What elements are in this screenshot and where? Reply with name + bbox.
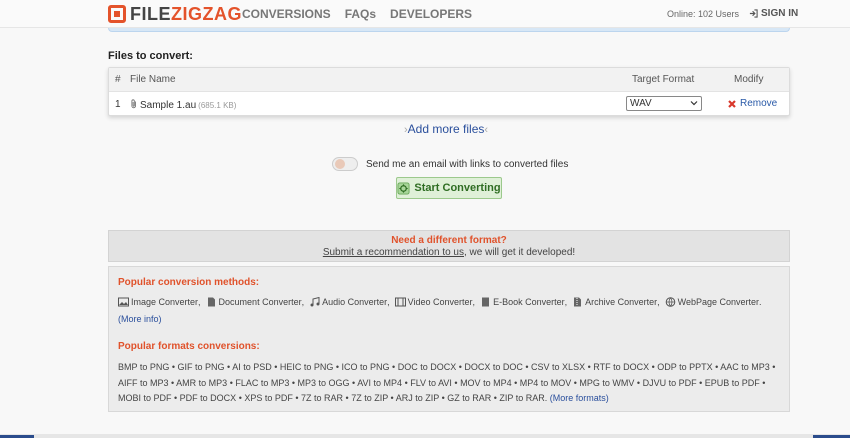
format-link[interactable]: ICO to PNG	[342, 362, 390, 372]
format-link[interactable]: AIFF to MP3	[118, 378, 169, 388]
format-link[interactable]: MPG to WMV	[579, 378, 634, 388]
start-converting-button[interactable]: Start Converting	[396, 177, 502, 199]
col-modify: Modify	[734, 74, 764, 85]
remove-file-button[interactable]: Remove	[727, 98, 777, 109]
paperclip-icon	[131, 99, 136, 109]
music-note-icon	[310, 297, 320, 307]
need-format-subtitle: Submit a recommendation to us, we will g…	[322, 247, 576, 258]
email-toggle[interactable]	[332, 157, 358, 171]
format-link[interactable]: EPUB to PDF	[705, 378, 760, 388]
info-strip	[108, 28, 790, 32]
format-link[interactable]: 7Z to RAR	[301, 393, 343, 403]
popular-conversions-box: Popular conversion methods: Image Conver…	[108, 266, 790, 412]
col-number: #	[115, 74, 121, 85]
table-header: # File Name Target Format Modify	[109, 68, 789, 92]
book-icon	[482, 297, 490, 307]
document-icon	[207, 297, 215, 307]
more-formats-link[interactable]: (More formats)	[550, 393, 609, 403]
main-nav: CONVERSIONS FAQs DEVELOPERS	[242, 7, 472, 21]
need-format-box: Need a different format? Submit a recomm…	[108, 230, 790, 262]
method-archive-converter[interactable]: Archive Converter	[572, 297, 657, 307]
format-link[interactable]: RTF to DOCX	[593, 362, 649, 372]
globe-icon	[665, 297, 675, 307]
add-more-files-link[interactable]: ›Add more files‹	[404, 122, 488, 136]
header: FILEZIGZAG CONVERSIONS FAQs DEVELOPERS O…	[0, 0, 850, 28]
format-link[interactable]: BMP to PNG	[118, 362, 169, 372]
format-link[interactable]: MP3 to OGG	[298, 378, 350, 388]
need-format-title: Need a different format?	[391, 235, 507, 246]
format-link[interactable]: AAC to MP3	[720, 362, 770, 372]
email-toggle-label: Send me an email with links to converted…	[366, 159, 569, 170]
sign-in-icon	[749, 9, 758, 18]
format-link[interactable]: AMR to MP3	[176, 378, 227, 388]
format-link[interactable]: PDF to DOCX	[180, 393, 237, 403]
nav-developers[interactable]: DEVELOPERS	[390, 7, 472, 21]
format-link[interactable]: DOCX to DOC	[464, 362, 523, 372]
format-link[interactable]: 7Z to ZIP	[351, 393, 388, 403]
format-link[interactable]: AI to PSD	[232, 362, 272, 372]
format-link[interactable]: HEIC to PNG	[280, 362, 334, 372]
more-info-link[interactable]: (More info)	[118, 314, 162, 324]
film-icon	[394, 297, 406, 307]
nav-conversions[interactable]: CONVERSIONS	[242, 7, 331, 21]
sign-in-button[interactable]: SIGN IN	[749, 8, 798, 19]
target-format-select[interactable]: WAV	[626, 96, 702, 111]
format-link[interactable]: MOBI to PDF	[118, 393, 172, 403]
format-link[interactable]: MP4 to MOV	[520, 378, 572, 388]
method-webpage-converter[interactable]: WebPage Converter	[665, 297, 759, 307]
toggle-knob	[335, 159, 345, 169]
format-link[interactable]: XPS to PDF	[244, 393, 293, 403]
table-row: 1 Sample 1.au (685.1 KB) WAV Remove	[109, 92, 789, 116]
method-ebook-converter[interactable]: E-Book Converter	[480, 297, 565, 307]
bottom-bar	[0, 434, 850, 438]
formats-title: Popular formats conversions:	[118, 341, 260, 352]
method-image-converter[interactable]: Image Converter	[118, 297, 198, 307]
methods-list: Image Converter , Document Converter , A…	[118, 297, 762, 307]
method-video-converter[interactable]: Video Converter	[394, 297, 473, 307]
files-table: # File Name Target Format Modify 1 Sampl…	[108, 67, 790, 116]
logo[interactable]: FILEZIGZAG	[108, 3, 242, 25]
format-link[interactable]: GZ to RAR	[447, 393, 491, 403]
format-link[interactable]: CSV to XLSX	[531, 362, 585, 372]
method-document-converter[interactable]: Document Converter	[206, 297, 302, 307]
image-icon	[118, 297, 129, 307]
files-title: Files to convert:	[108, 50, 193, 62]
format-link[interactable]: ODP to PPTX	[657, 362, 712, 372]
format-link[interactable]: FLV to AVI	[410, 378, 452, 388]
formats-list: BMP to PNG • GIF to PNG • AI to PSD • HE…	[118, 362, 776, 404]
convert-icon	[397, 181, 410, 195]
logo-icon	[108, 5, 126, 23]
format-link[interactable]: DOC to DOCX	[398, 362, 457, 372]
logo-text: FILEZIGZAG	[130, 3, 242, 24]
file-name: Sample 1.au (685.1 KB)	[130, 99, 236, 111]
col-file-name: File Name	[130, 74, 176, 85]
format-link[interactable]: AVI to MP4	[357, 378, 402, 388]
chevron-down-icon	[690, 101, 698, 106]
chevron-left-icon: ‹	[484, 124, 489, 136]
format-link[interactable]: MOV to MP4	[460, 378, 512, 388]
archive-icon	[574, 297, 582, 307]
method-audio-converter[interactable]: Audio Converter	[309, 297, 387, 307]
format-link[interactable]: FLAC to MP3	[235, 378, 289, 388]
file-size: (685.1 KB)	[198, 101, 237, 110]
close-icon	[728, 99, 736, 108]
methods-title: Popular conversion methods:	[118, 277, 260, 288]
format-link[interactable]: GIF to PNG	[178, 362, 225, 372]
row-number: 1	[115, 99, 121, 110]
submit-recommendation-link[interactable]: Submit a recommendation to us	[323, 247, 464, 258]
online-users: Online: 102 Users	[667, 9, 740, 19]
format-link[interactable]: ARJ to ZIP	[396, 393, 439, 403]
format-link[interactable]: ZIP to RAR	[499, 393, 544, 403]
format-link[interactable]: DJVU to PDF	[643, 378, 697, 388]
col-target-format: Target Format	[632, 74, 695, 85]
nav-faqs[interactable]: FAQs	[345, 7, 376, 21]
